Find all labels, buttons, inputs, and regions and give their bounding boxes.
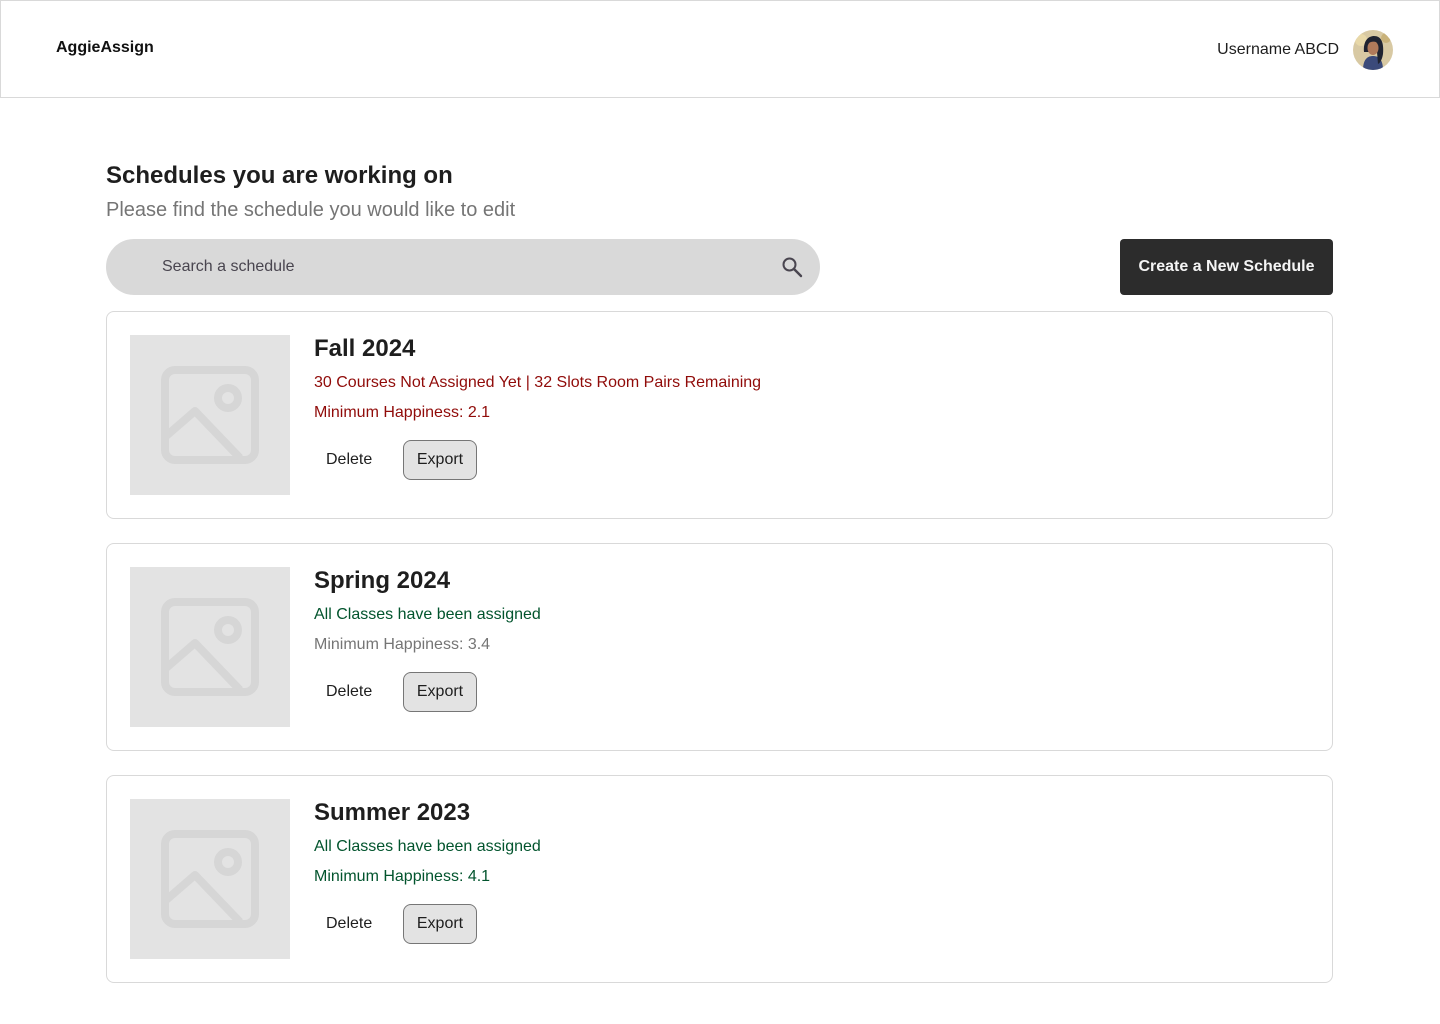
schedule-status: All Classes have been assigned bbox=[314, 838, 541, 855]
create-new-schedule-button[interactable]: Create a New Schedule bbox=[1120, 239, 1333, 295]
schedule-name[interactable]: Spring 2024 bbox=[314, 567, 450, 595]
schedule-card-summer-2023[interactable]: Summer 2023 All Classes have been assign… bbox=[106, 775, 1333, 983]
search-icon[interactable] bbox=[780, 255, 804, 279]
user-menu[interactable]: Username ABCD bbox=[1217, 30, 1393, 70]
schedule-card-spring-2024[interactable]: Spring 2024 All Classes have been assign… bbox=[106, 543, 1333, 751]
page-subtitle: Please find the schedule you would like … bbox=[106, 199, 516, 221]
schedule-thumbnail bbox=[130, 335, 290, 495]
user-avatar-icon[interactable] bbox=[1353, 30, 1393, 70]
app-brand[interactable]: AggieAssign bbox=[56, 39, 154, 57]
minimum-happiness: Minimum Happiness: 4.1 bbox=[314, 868, 491, 885]
search-input[interactable] bbox=[162, 239, 762, 295]
minimum-happiness: Minimum Happiness: 2.1 bbox=[314, 404, 491, 421]
username-label[interactable]: Username ABCD bbox=[1217, 41, 1339, 59]
top-navbar: AggieAssign Username ABCD bbox=[0, 0, 1440, 98]
schedule-search-bar[interactable] bbox=[106, 239, 820, 295]
delete-button[interactable]: Delete bbox=[314, 440, 384, 480]
export-button[interactable]: Export bbox=[403, 904, 477, 944]
schedule-card-fall-2024[interactable]: Fall 2024 30 Courses Not Assigned Yet | … bbox=[106, 311, 1333, 519]
delete-button[interactable]: Delete bbox=[314, 672, 384, 712]
export-button[interactable]: Export bbox=[403, 440, 477, 480]
schedule-status: All Classes have been assigned bbox=[314, 606, 541, 623]
page-title: Schedules you are working on bbox=[106, 162, 453, 189]
export-button[interactable]: Export bbox=[403, 672, 477, 712]
image-placeholder-icon bbox=[161, 366, 259, 464]
schedule-status: 30 Courses Not Assigned Yet | 32 Slots R… bbox=[314, 374, 762, 391]
image-placeholder-icon bbox=[161, 830, 259, 928]
minimum-happiness: Minimum Happiness: 3.4 bbox=[314, 636, 491, 653]
delete-button[interactable]: Delete bbox=[314, 904, 384, 944]
schedule-thumbnail bbox=[130, 799, 290, 959]
schedule-thumbnail bbox=[130, 567, 290, 727]
schedule-name[interactable]: Fall 2024 bbox=[314, 335, 415, 363]
schedule-name[interactable]: Summer 2023 bbox=[314, 799, 470, 827]
image-placeholder-icon bbox=[161, 598, 259, 696]
